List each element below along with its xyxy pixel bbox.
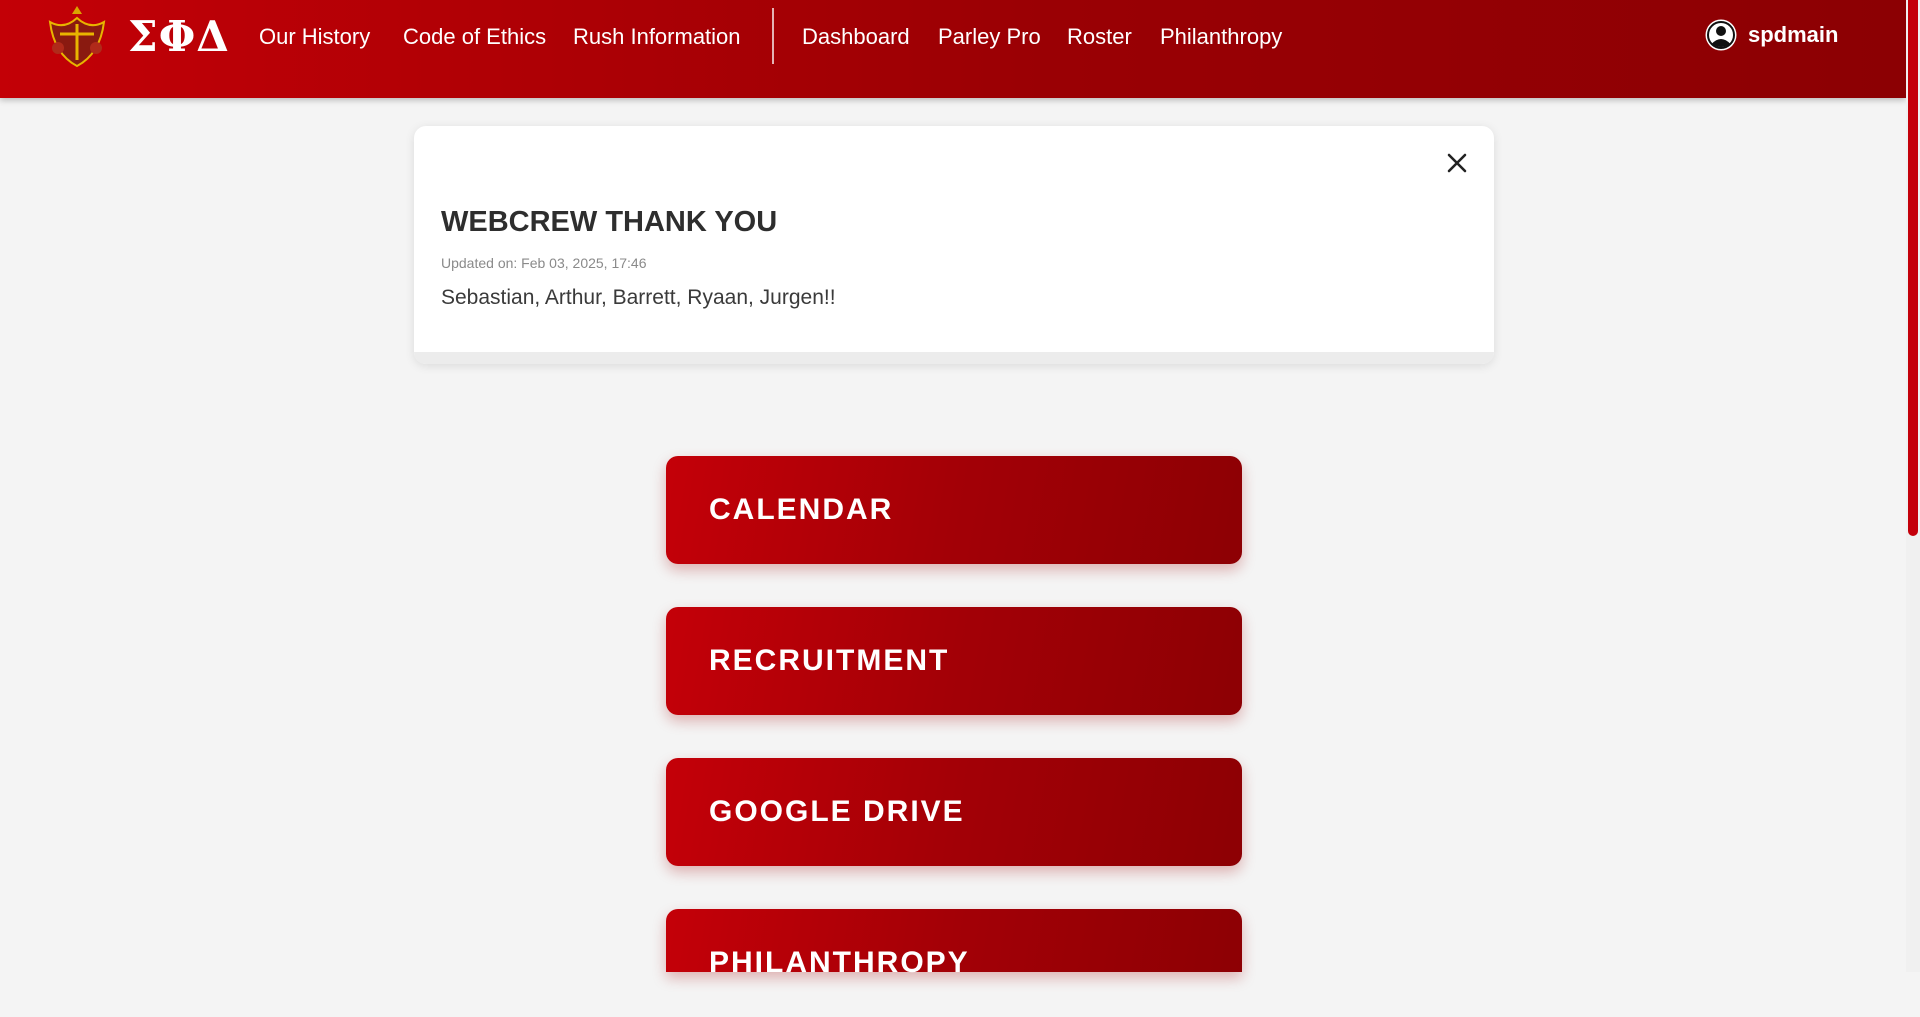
page-scrollbar[interactable] <box>1906 0 1920 972</box>
announcement-body: Sebastian, Arthur, Barrett, Ryaan, Jurge… <box>441 286 836 309</box>
tile-recruitment-button[interactable]: RECRUITMENT <box>666 607 1242 715</box>
brand-letters[interactable]: ΣΦΔ <box>128 8 230 66</box>
tile-calendar-button[interactable]: CALENDAR <box>666 456 1242 564</box>
nav-divider <box>772 8 774 64</box>
user-menu[interactable]: spdmain <box>1704 18 1838 52</box>
nav-our-history[interactable]: Our History <box>259 20 370 54</box>
user-avatar-icon <box>1705 19 1737 51</box>
scrollbar-thumb[interactable] <box>1908 0 1918 536</box>
nav-parley-pro[interactable]: Parley Pro <box>938 20 1041 54</box>
close-icon[interactable] <box>1442 148 1472 178</box>
tile-google-drive-button[interactable]: GOOGLE DRIVE <box>666 758 1242 866</box>
nav-roster[interactable]: Roster <box>1067 20 1132 54</box>
top-navbar: ΣΦΔ Our History Code of Ethics Rush Info… <box>0 0 1906 98</box>
announcement-card: WEBCREW THANK YOU Updated on: Feb 03, 20… <box>414 126 1494 364</box>
nav-dashboard[interactable]: Dashboard <box>802 20 910 54</box>
crest-logo-icon[interactable] <box>44 4 110 70</box>
nav-code-of-ethics[interactable]: Code of Ethics <box>403 20 546 54</box>
nav-rush-information[interactable]: Rush Information <box>573 20 741 54</box>
username: spdmain <box>1748 22 1839 47</box>
nav-philanthropy[interactable]: Philanthropy <box>1160 20 1282 54</box>
tile-philanthropy-button[interactable]: PHILANTHROPY <box>666 909 1242 979</box>
announcement-updated: Updated on: Feb 03, 2025, 17:46 <box>441 255 647 271</box>
announcement-title: WEBCREW THANK YOU <box>441 206 778 238</box>
announcement-footer <box>414 352 1494 364</box>
